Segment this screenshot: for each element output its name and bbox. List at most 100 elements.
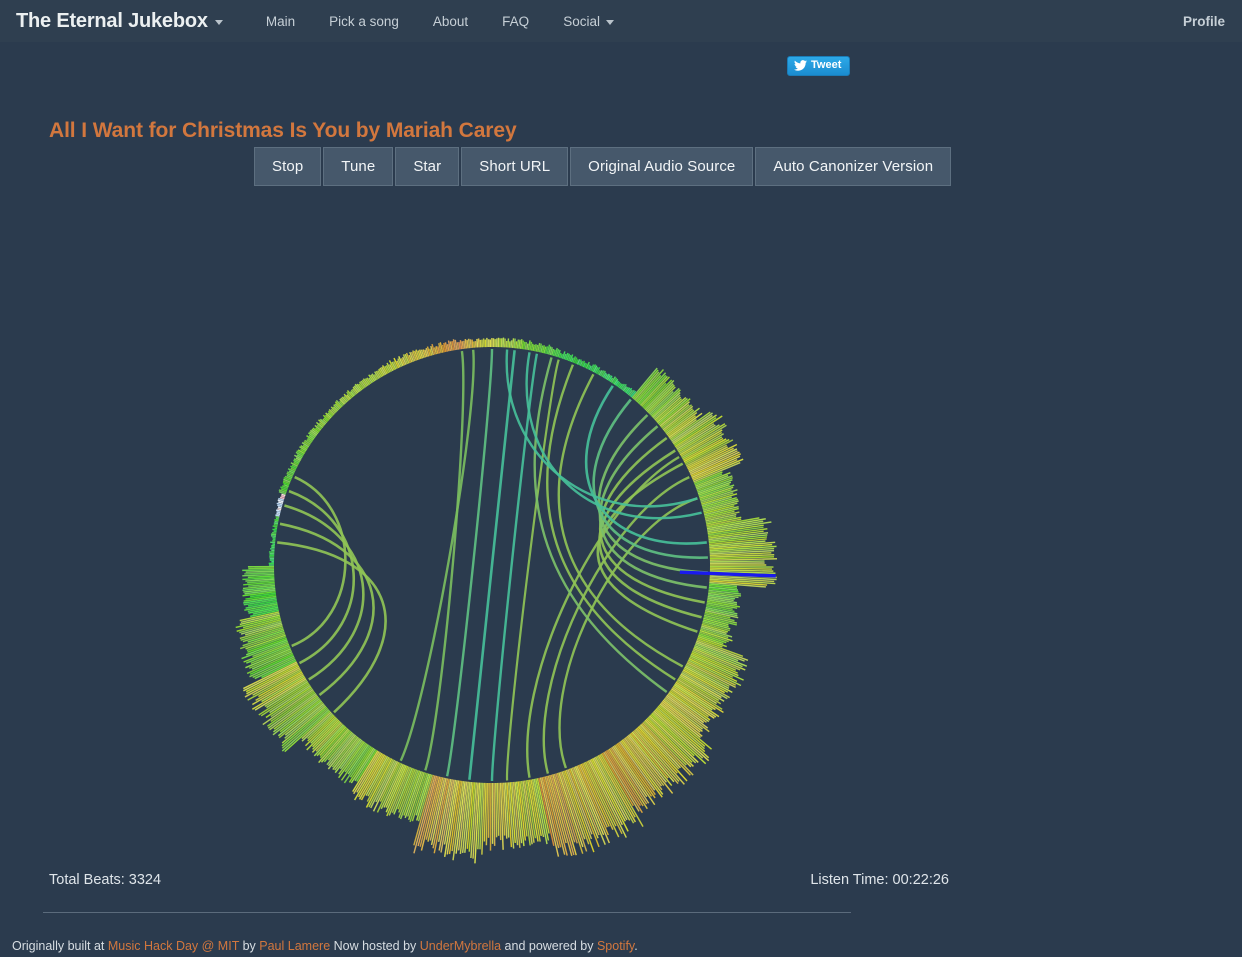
beat-bar[interactable] — [477, 338, 480, 348]
beat-bar[interactable] — [270, 535, 276, 538]
nav-item-label: About — [432, 13, 469, 29]
beat-bar[interactable] — [513, 338, 516, 349]
profile-label: Profile — [1182, 13, 1225, 29]
brand-logo[interactable]: The Eternal Jukebox — [16, 10, 223, 33]
beat-bar[interactable] — [709, 560, 765, 563]
beat-bar[interactable] — [270, 541, 276, 544]
beat-bar[interactable] — [274, 520, 279, 523]
beat-bar[interactable] — [471, 339, 474, 348]
beat-bar[interactable] — [511, 338, 515, 349]
footer-text-4: and powered by — [501, 939, 597, 953]
tweet-button[interactable]: Tweet — [787, 56, 851, 76]
beat-bar[interactable] — [270, 533, 277, 536]
beat-bar[interactable] — [515, 341, 518, 349]
beat-bar[interactable] — [272, 531, 277, 534]
nav-item-social[interactable]: Social — [546, 14, 631, 29]
beat-bar[interactable] — [709, 567, 772, 570]
nav-item-label: Social — [563, 13, 600, 29]
footer-link-music-hack-day[interactable]: Music Hack Day @ MIT — [108, 939, 239, 953]
nav-item-pick-a-song[interactable]: Pick a song — [312, 14, 416, 29]
beat-bar[interactable] — [458, 341, 461, 350]
beat-bar[interactable] — [277, 507, 282, 511]
beat-graph-visualization[interactable] — [155, 215, 845, 875]
beat-bar[interactable] — [507, 338, 510, 348]
footer-link-spotify[interactable]: Spotify — [597, 939, 634, 953]
beat-bar[interactable] — [275, 517, 280, 520]
beat-bar[interactable] — [456, 342, 460, 350]
chord-arc — [505, 359, 560, 781]
chord-arcs-group — [277, 348, 708, 782]
beat-bar[interactable] — [277, 504, 283, 508]
nav-item-profile[interactable]: Profile — [1183, 14, 1225, 29]
beat-bar[interactable] — [461, 341, 464, 350]
beat-bar[interactable] — [272, 528, 277, 531]
beat-bar[interactable] — [503, 338, 506, 348]
auto-canonizer-version-button[interactable]: Auto Canonizer Version — [755, 147, 952, 186]
beat-bar[interactable] — [272, 525, 278, 528]
nav-item-main[interactable]: Main — [249, 14, 312, 29]
beat-bar[interactable] — [466, 339, 469, 349]
beat-bar[interactable] — [518, 339, 521, 349]
beat-bar[interactable] — [487, 782, 490, 838]
beat-bar[interactable] — [496, 782, 500, 836]
beat-bar[interactable] — [530, 343, 534, 351]
beat-bar[interactable] — [242, 568, 275, 572]
chord-arc — [468, 350, 516, 780]
beat-bar[interactable] — [273, 523, 278, 527]
footer-text-1: Originally built at — [12, 939, 108, 953]
beat-bar[interactable] — [516, 339, 520, 349]
chord-arc — [291, 475, 347, 648]
beat-bar[interactable] — [473, 341, 476, 348]
twitter-bird-icon — [794, 60, 807, 71]
stop-button[interactable]: Stop — [254, 147, 322, 186]
beat-bar[interactable] — [244, 572, 275, 575]
beat-bar[interactable] — [273, 522, 279, 525]
footer-link-paul-lamere[interactable]: Paul Lamere — [259, 939, 330, 953]
tune-button[interactable]: Tune — [323, 147, 394, 186]
beat-bar[interactable] — [522, 341, 526, 350]
beat-bar[interactable] — [485, 782, 489, 846]
beat-bar[interactable] — [245, 570, 275, 573]
footer-divider — [43, 912, 851, 913]
brand-label: The Eternal Jukebox — [16, 9, 208, 32]
beat-bar[interactable] — [493, 782, 496, 846]
beat-bar[interactable] — [508, 341, 511, 348]
beat-bar[interactable] — [463, 340, 466, 349]
chevron-down-icon — [214, 20, 223, 25]
beat-bar[interactable] — [275, 515, 280, 519]
beat-bar[interactable] — [526, 343, 529, 350]
beat-graph-canvas[interactable] — [155, 215, 845, 875]
star-button[interactable]: Star — [395, 147, 460, 186]
beat-bar[interactable] — [524, 342, 528, 350]
beat-bar[interactable] — [469, 339, 472, 349]
footer-link-undermybrella[interactable]: UnderMybrella — [420, 939, 501, 953]
original-audio-source-button[interactable]: Original Audio Source — [570, 147, 754, 186]
beat-bar[interactable] — [275, 509, 281, 512]
chord-arc — [598, 449, 702, 619]
beat-bar[interactable] — [280, 495, 286, 498]
nav-item-about[interactable]: About — [416, 14, 485, 29]
beat-bar[interactable] — [510, 340, 513, 348]
beat-bar[interactable] — [467, 338, 471, 349]
listen-time-label: Listen Time: 00:22:26 — [810, 872, 949, 888]
beat-bar[interactable] — [276, 511, 281, 514]
beat-bar[interactable] — [532, 344, 536, 352]
chevron-down-icon — [605, 20, 614, 25]
beat-bar[interactable] — [521, 340, 524, 350]
beat-bar[interactable] — [274, 519, 279, 522]
page-title: All I Want for Christmas Is You by Maria… — [49, 119, 517, 142]
beat-bar[interactable] — [279, 496, 285, 500]
nav-links: Main Pick a song About FAQ Social — [249, 14, 631, 29]
footer-text-3: Now hosted by — [330, 939, 420, 953]
beat-bar[interactable] — [459, 340, 463, 350]
nav-item-faq[interactable]: FAQ — [485, 14, 546, 29]
beat-bar[interactable] — [277, 506, 282, 509]
nav-item-label: Main — [265, 13, 296, 29]
beat-bar[interactable] — [276, 512, 281, 516]
beat-bar[interactable] — [275, 514, 280, 517]
beat-bar[interactable] — [464, 338, 468, 349]
beat-bar[interactable] — [476, 338, 479, 348]
short-url-button[interactable]: Short URL — [461, 147, 569, 186]
beat-bar[interactable] — [494, 782, 498, 838]
beat-bar[interactable] — [281, 493, 286, 497]
